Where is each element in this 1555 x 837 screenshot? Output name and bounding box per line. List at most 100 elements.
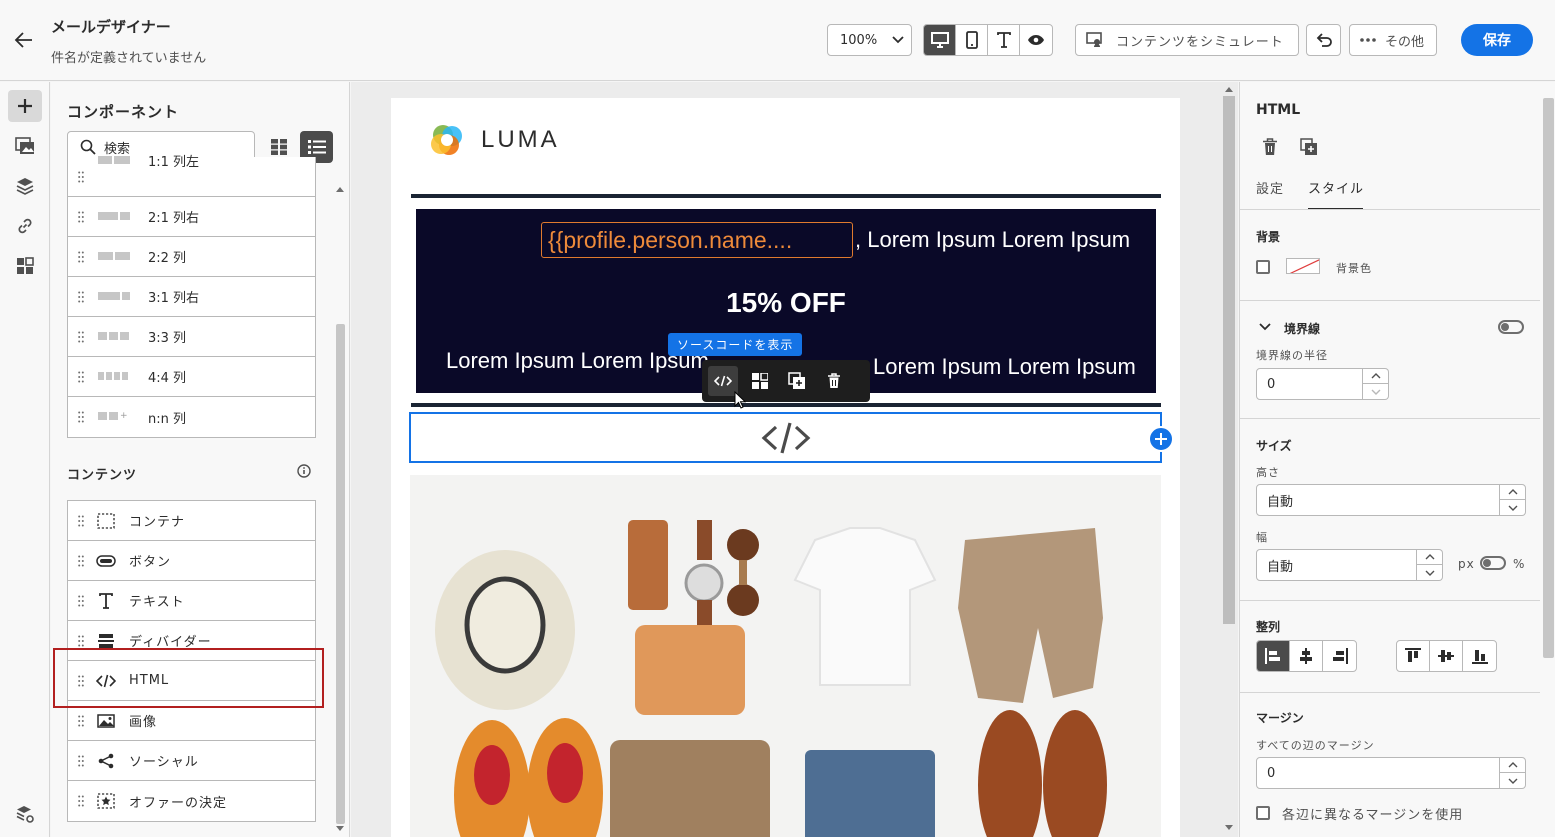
product-image[interactable]: [410, 475, 1161, 837]
scroll-down-icon[interactable]: [1225, 825, 1233, 831]
canvas-scrollbar[interactable]: [1221, 82, 1238, 837]
list-item-container[interactable]: コンテナ: [68, 501, 315, 541]
align-right-button[interactable]: [1323, 641, 1356, 671]
drag-handle-icon[interactable]: [78, 411, 84, 423]
divider-line[interactable]: [411, 403, 1161, 407]
save-fragment-button[interactable]: [745, 366, 775, 396]
info-icon[interactable]: [297, 464, 311, 478]
drag-handle-icon[interactable]: [78, 251, 84, 263]
list-item[interactable]: + n:n 列: [68, 397, 315, 437]
height-stepper[interactable]: [1500, 484, 1526, 516]
trash-icon[interactable]: [1262, 138, 1278, 156]
html-block-selected[interactable]: [409, 412, 1162, 463]
drag-handle-icon[interactable]: [78, 595, 84, 607]
scroll-thumb[interactable]: [336, 324, 345, 824]
brand-logo[interactable]: LUMA: [427, 120, 560, 160]
scroll-thumb[interactable]: [1223, 96, 1235, 624]
margin-stepper[interactable]: [1500, 757, 1526, 789]
scroll-down-icon[interactable]: [336, 826, 344, 832]
list-item[interactable]: 4:4 列: [68, 357, 315, 397]
width-stepper[interactable]: [1417, 549, 1443, 581]
unit-toggle[interactable]: [1480, 556, 1506, 570]
different-margins-checkbox[interactable]: [1256, 806, 1270, 820]
chevron-down-icon[interactable]: [1259, 323, 1271, 331]
drag-handle-icon[interactable]: [78, 555, 84, 567]
offer-text[interactable]: 15% OFF: [416, 287, 1156, 319]
drag-handle-icon[interactable]: [78, 171, 84, 183]
align-bottom-button[interactable]: [1463, 641, 1496, 671]
list-item[interactable]: 3:1 列右: [68, 277, 315, 317]
duplicate-icon[interactable]: [1300, 138, 1318, 156]
banner-line-right[interactable]: Lorem Ipsum Lorem Ipsum: [873, 354, 1136, 380]
list-item[interactable]: 3:3 列: [68, 317, 315, 357]
width-input[interactable]: 自動: [1256, 549, 1417, 581]
delete-button[interactable]: [819, 366, 849, 396]
list-item[interactable]: 1:1 列左: [68, 155, 315, 197]
background-color-swatch[interactable]: [1286, 258, 1320, 274]
mobile-view-button[interactable]: [956, 25, 988, 55]
align-center-icon: [1300, 648, 1312, 664]
preview-button[interactable]: [1020, 25, 1052, 55]
personalization-token[interactable]: {{profile.person.name....: [541, 222, 853, 258]
list-item-offer-decision[interactable]: オファーの決定: [68, 781, 315, 821]
chevron-down-icon[interactable]: [1417, 565, 1442, 580]
height-input[interactable]: 自動: [1256, 484, 1500, 516]
desktop-view-button[interactable]: [924, 25, 956, 55]
layer-settings-button[interactable]: [8, 798, 42, 830]
greeting-text[interactable]: , Lorem Ipsum Lorem Ipsum: [855, 227, 1130, 253]
background-checkbox[interactable]: [1256, 260, 1270, 274]
back-arrow-icon[interactable]: [12, 28, 36, 52]
chevron-down-icon[interactable]: [1500, 500, 1525, 515]
align-left-button[interactable]: [1257, 641, 1290, 671]
drag-handle-icon[interactable]: [78, 515, 84, 527]
chevron-up-icon[interactable]: [1417, 550, 1442, 565]
scroll-up-icon[interactable]: [336, 186, 344, 192]
drag-handle-icon[interactable]: [78, 211, 84, 223]
tab-settings[interactable]: 設定: [1256, 178, 1284, 197]
zoom-select[interactable]: 100%: [827, 24, 912, 56]
align-top-button[interactable]: [1397, 641, 1430, 671]
chevron-down-icon[interactable]: [1363, 384, 1388, 399]
list-item-text[interactable]: テキスト: [68, 581, 315, 621]
drag-handle-icon[interactable]: [78, 371, 84, 383]
border-radius-stepper[interactable]: [1363, 368, 1389, 400]
chevron-down-icon[interactable]: [1500, 773, 1525, 788]
more-button[interactable]: その他: [1349, 24, 1437, 56]
divider-line[interactable]: [411, 194, 1161, 198]
drag-handle-icon[interactable]: [78, 715, 84, 727]
assets-button[interactable]: [8, 130, 42, 162]
undo-button[interactable]: [1306, 24, 1341, 56]
text-view-button[interactable]: [988, 25, 1020, 55]
drag-handle-icon[interactable]: [78, 291, 84, 303]
border-toggle[interactable]: [1498, 320, 1524, 334]
chevron-up-icon[interactable]: [1500, 485, 1525, 500]
properties-scrollbar[interactable]: [1543, 98, 1554, 658]
list-item[interactable]: 2:2 列: [68, 237, 315, 277]
list-item[interactable]: 2:1 列右: [68, 197, 315, 237]
list-item-button[interactable]: ボタン: [68, 541, 315, 581]
scroll-up-icon[interactable]: [1225, 86, 1233, 92]
add-components-button[interactable]: [8, 90, 42, 122]
duplicate-button[interactable]: [782, 366, 812, 396]
drag-handle-icon[interactable]: [78, 635, 84, 647]
drag-handle-icon[interactable]: [78, 795, 84, 807]
border-radius-input[interactable]: 0: [1256, 368, 1363, 400]
align-center-button[interactable]: [1290, 641, 1323, 671]
add-block-button[interactable]: [1148, 426, 1174, 452]
save-button[interactable]: 保存: [1461, 24, 1533, 56]
tab-style[interactable]: スタイル: [1308, 178, 1364, 197]
chevron-up-icon[interactable]: [1500, 758, 1525, 773]
links-button[interactable]: [8, 210, 42, 242]
drag-handle-icon[interactable]: [78, 755, 84, 767]
list-item-social[interactable]: ソーシャル: [68, 741, 315, 781]
simulate-content-button[interactable]: コンテンツをシミュレート: [1075, 24, 1299, 56]
fragments-button[interactable]: [8, 250, 42, 282]
chevron-up-icon[interactable]: [1363, 369, 1388, 384]
align-middle-button[interactable]: [1430, 641, 1463, 671]
layers-button[interactable]: [8, 170, 42, 202]
components-scrollbar[interactable]: [335, 186, 345, 837]
drag-handle-icon[interactable]: [78, 331, 84, 343]
column-layout-icon: [98, 372, 128, 382]
margin-all-input[interactable]: 0: [1256, 757, 1500, 789]
border-header[interactable]: 境界線: [1284, 320, 1320, 337]
